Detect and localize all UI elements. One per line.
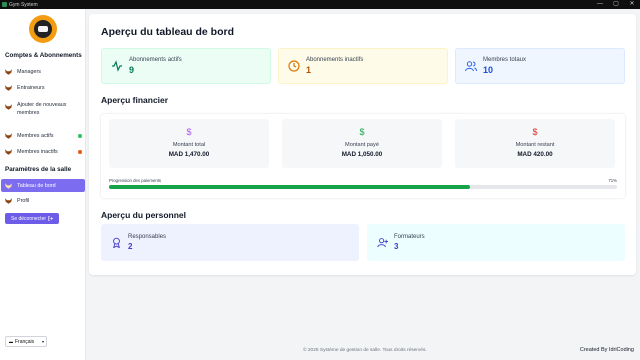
section-title-gym-settings: Paramètres de la salle [5, 166, 72, 173]
sidebar-item-label: Membres actifs [17, 133, 54, 139]
finance-value: MAD 1,050.00 [341, 151, 383, 158]
progress-percent: 71% [608, 178, 617, 183]
dollar-icon: $ [532, 127, 538, 137]
staff-section-title: Aperçu du personnel [101, 210, 187, 220]
dollar-icon: $ [186, 127, 192, 137]
finance-label: Montant total [172, 142, 206, 148]
stat-label: Abonnements actifs [129, 57, 182, 63]
logout-icon [48, 216, 54, 221]
wolf-icon [5, 133, 12, 139]
active-status-dot [78, 134, 82, 138]
staff-value: 2 [128, 242, 133, 251]
sidebar-item-dashboard[interactable]: Tableau de bord [1, 179, 85, 192]
sidebar: Comptes & Abonnements Managers Entraineu… [0, 9, 86, 360]
wolf-icon [5, 104, 12, 110]
staff-label: Formateurs [394, 234, 425, 240]
stat-active-subscriptions: Abonnements actifs 9 [101, 48, 271, 84]
stat-label: Abonnements inactifs [306, 57, 364, 63]
user-plus-icon [377, 238, 388, 248]
stat-total-members: Membres totaux 10 [455, 48, 625, 84]
window-titlebar: Gym System — ▢ ✕ [0, 0, 640, 9]
award-icon [113, 237, 120, 248]
footer-copyright: © 2025 Système de gestion de salle. Tous… [303, 348, 427, 353]
footer-credit: Created By IdriCoding [579, 347, 634, 353]
dollar-icon: $ [359, 127, 365, 137]
logout-label: Se déconnecter [10, 215, 47, 222]
section-title-accounts: Comptes & Abonnements [5, 52, 82, 59]
stat-value: 10 [483, 65, 494, 75]
stat-inactive-subscriptions: Abonnements inactifs 1 [278, 48, 448, 84]
staff-value: 3 [394, 242, 399, 251]
finance-total: $ Montant total MAD 1,470.00 [109, 119, 269, 168]
finance-label: Montant restant [515, 142, 555, 148]
wolf-icon [5, 198, 12, 204]
flag-icon: ▬ [9, 339, 13, 344]
dashboard-card: Aperçu du tableau de bord Abonnements ac… [89, 14, 636, 275]
sidebar-item-add-members[interactable]: Ajouter de nouveaux membres [5, 101, 82, 117]
language-label: Français [15, 338, 35, 345]
stat-label: Membres totaux [483, 57, 527, 63]
window-title: Gym System [9, 1, 38, 8]
sidebar-item-label: Profil [17, 198, 30, 204]
clock-icon [288, 60, 300, 72]
finance-value: MAD 1,470.00 [168, 151, 210, 158]
stat-value: 9 [129, 65, 135, 75]
sidebar-item-label: Ajouter de nouveaux membres [17, 102, 67, 116]
staff-managers: Responsables 2 [101, 224, 359, 261]
activity-icon [112, 60, 122, 72]
sidebar-item-managers[interactable]: Managers [5, 69, 82, 75]
finance-section-title: Aperçu financier [101, 95, 169, 105]
finance-label: Montant payé [345, 142, 379, 148]
wolf-icon [5, 69, 12, 75]
wolf-icon [5, 149, 12, 155]
staff-trainers: Formateurs 3 [367, 224, 625, 261]
wolf-icon [5, 85, 12, 91]
progress-label: Progression des paiements [109, 178, 162, 183]
app-icon [2, 2, 7, 7]
page-title: Aperçu du tableau de bord [101, 26, 235, 38]
sidebar-item-label: Entraineurs [17, 85, 45, 91]
finance-value: MAD 420.00 [517, 151, 553, 158]
sidebar-item-label: Tableau de bord [17, 182, 56, 189]
sidebar-item-active-members[interactable]: Membres actifs [5, 133, 82, 139]
sidebar-item-label: Membres inactifs [17, 149, 58, 155]
chevron-down-icon: ▾ [41, 339, 44, 344]
sidebar-item-inactive-members[interactable]: Membres inactifs [5, 149, 82, 155]
minimize-button[interactable]: — [592, 0, 608, 9]
finance-panel: $ Montant total MAD 1,470.00 $ Montant p… [101, 114, 625, 198]
close-button[interactable]: ✕ [624, 0, 640, 9]
finance-remaining: $ Montant restant MAD 420.00 [455, 119, 615, 168]
language-select[interactable]: ▬ Français ▾ [5, 336, 47, 347]
sidebar-item-label: Managers [17, 69, 41, 75]
payment-progress-fill [109, 185, 470, 189]
sidebar-item-trainers[interactable]: Entraineurs [5, 85, 82, 91]
wolf-icon [5, 182, 12, 189]
stat-value: 1 [306, 65, 312, 75]
finance-paid: $ Montant payé MAD 1,050.00 [282, 119, 442, 168]
users-icon [465, 61, 477, 72]
logout-button[interactable]: Se déconnecter [5, 213, 59, 224]
staff-label: Responsables [128, 234, 167, 240]
sidebar-item-profile[interactable]: Profil [5, 198, 82, 204]
payment-progress-bar [109, 185, 617, 189]
maximize-button[interactable]: ▢ [608, 0, 624, 9]
inactive-status-dot [78, 150, 82, 154]
gym-logo [29, 15, 57, 43]
